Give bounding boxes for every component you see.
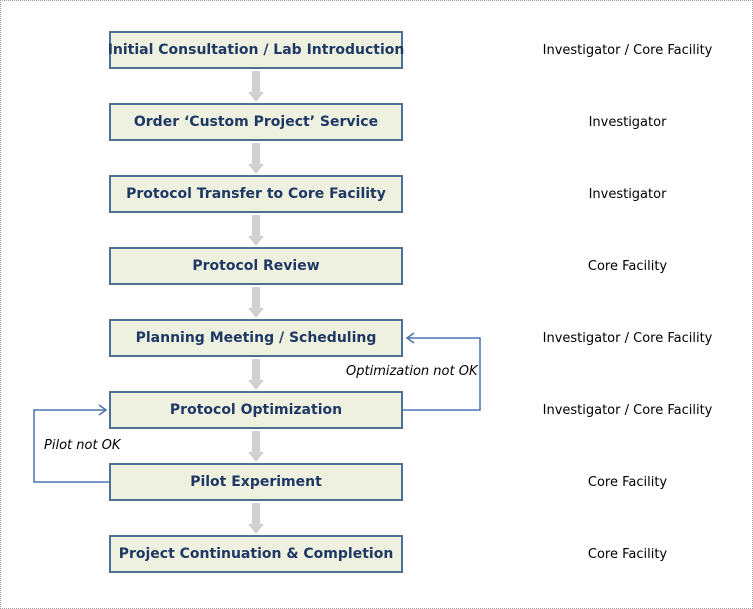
step-label: Project Continuation & Completion <box>118 546 394 562</box>
role-protocol-transfer: Investigator <box>588 187 667 202</box>
flow-arrow <box>248 359 264 390</box>
role-order-custom-project: Investigator <box>588 115 667 130</box>
role-pilot-experiment: Core Facility <box>587 475 668 490</box>
step-label: Initial Consultation / Lab Introduction <box>107 42 405 58</box>
flow-arrow <box>248 431 264 462</box>
flow-arrow <box>248 143 264 174</box>
optimization-loop-label: Optimization not OK <box>346 364 478 379</box>
flow-arrow <box>248 71 264 102</box>
step-label: Protocol Optimization <box>169 402 343 418</box>
role-project-completion: Core Facility <box>587 547 668 562</box>
flow-arrow <box>248 503 264 534</box>
pilot-loop-label: Pilot not OK <box>44 438 121 453</box>
connector-layer <box>33 71 481 534</box>
step-label: Planning Meeting / Scheduling <box>135 330 377 346</box>
step-label: Protocol Review <box>192 258 320 274</box>
step-project-completion: Project Continuation & Completion <box>109 535 403 573</box>
role-initial-consultation: Investigator / Core Facility <box>542 43 713 58</box>
role-protocol-optimization: Investigator / Core Facility <box>542 403 713 418</box>
flow-arrow <box>248 287 264 318</box>
step-label: Pilot Experiment <box>190 474 322 490</box>
flow-arrow <box>248 215 264 246</box>
step-label: Order ‘Custom Project’ Service <box>133 114 379 130</box>
step-pilot-experiment: Pilot Experiment <box>109 463 403 501</box>
role-protocol-review: Core Facility <box>587 259 668 274</box>
role-planning-meeting: Investigator / Core Facility <box>542 331 713 346</box>
step-order-custom-project: Order ‘Custom Project’ Service <box>109 103 403 141</box>
step-initial-consultation: Initial Consultation / Lab Introduction <box>107 31 405 69</box>
step-label: Protocol Transfer to Core Facility <box>126 186 386 202</box>
step-planning-meeting: Planning Meeting / Scheduling <box>109 319 403 357</box>
step-protocol-review: Protocol Review <box>109 247 403 285</box>
step-protocol-transfer: Protocol Transfer to Core Facility <box>109 175 403 213</box>
step-protocol-optimization: Protocol Optimization <box>109 391 403 429</box>
